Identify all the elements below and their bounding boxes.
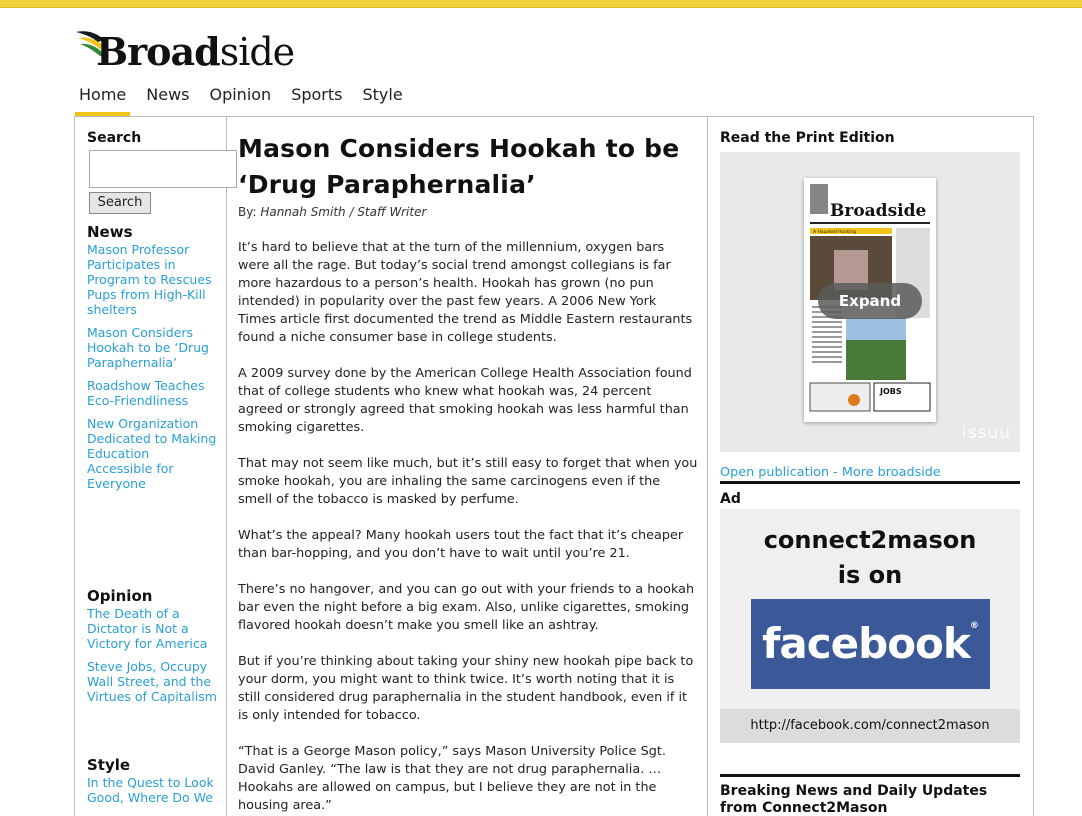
top-accent-bar — [0, 0, 1082, 8]
ad-url: http://facebook.com/connect2mason — [720, 709, 1020, 743]
sidebar-link[interactable]: Mason Professor Participates in Program … — [87, 242, 217, 317]
article-paragraph: A 2009 survey done by the American Colle… — [238, 366, 692, 435]
article-paragraph: What’s the appeal? Many hookah users tou… — [238, 528, 684, 561]
thumb-headline: A Haunted Hunting — [813, 229, 856, 235]
sidebar-link[interactable]: New Organization Dedicated to Making Edu… — [87, 416, 217, 491]
article-byline: By: Hannah Smith / Staff Writer — [238, 205, 698, 219]
article-paragraph: That may not seem like much, but it’s st… — [238, 456, 698, 507]
issuu-viewer[interactable]: Broadside A Haunted Hunting JOBS Expand … — [720, 152, 1020, 452]
print-edition-heading: Read the Print Edition — [720, 130, 895, 146]
search-input[interactable] — [89, 150, 237, 188]
logo-name-bold: Broad — [96, 29, 221, 74]
sidebar-section-opinion: Opinion The Death of a Dictator is Not a… — [87, 587, 217, 712]
site-logo[interactable]: Broadside — [76, 26, 295, 74]
right-sidebar: Read the Print Edition Broadside A Haunt… — [707, 117, 1035, 816]
byline-prefix: By: — [238, 205, 261, 219]
sidebar-section-news: News Mason Professor Participates in Pro… — [87, 223, 217, 499]
logo-name-light: side — [219, 30, 295, 74]
link-separator: - — [829, 465, 842, 480]
connect2mason-ad[interactable]: connect2mason is on facebook® http://fac… — [720, 509, 1020, 743]
article-paragraph: It’s hard to believe that at the turn of… — [238, 240, 693, 345]
sidebar-heading-news: News — [87, 223, 133, 241]
open-publication-link[interactable]: Open publication — [720, 465, 829, 480]
registered-mark: ® — [969, 621, 979, 631]
facebook-logo-icon: facebook® — [751, 599, 990, 689]
sidebar-link[interactable]: The Death of a Dictator is Not a Victory… — [87, 606, 217, 651]
article-paragraph: “That is a George Mason policy,” says Ma… — [238, 744, 666, 813]
article-paragraph: But if you’re thinking about taking your… — [238, 654, 694, 723]
facebook-wordmark: facebook — [762, 619, 971, 668]
sidebar-heading-opinion: Opinion — [87, 587, 153, 605]
nav-opinion[interactable]: Opinion — [205, 80, 275, 116]
left-sidebar: Search Search News Mason Professor Parti… — [75, 117, 237, 816]
article-title: Mason Considers Hookah to be ‘Drug Parap… — [238, 134, 680, 199]
more-broadside-link[interactable]: More broadside — [842, 465, 941, 480]
thumb-masthead: Broadside — [830, 201, 926, 221]
article: Mason Considers Hookah to be ‘Drug Parap… — [238, 131, 698, 815]
content-frame: Search Search News Mason Professor Parti… — [74, 116, 1034, 816]
search-widget: Search — [87, 130, 141, 146]
ad-line1: connect2mason — [763, 526, 977, 554]
article-paragraph: There’s no hangover, and you can go out … — [238, 582, 695, 633]
print-edition-widget: Read the Print Edition Broadside A Haunt… — [720, 130, 1020, 480]
search-button[interactable]: Search — [89, 192, 151, 214]
ad-headline: connect2mason is on — [720, 523, 1020, 593]
search-heading: Search — [87, 130, 142, 146]
sidebar-heading-style: Style — [87, 756, 131, 774]
ad-line2: is on — [837, 561, 903, 589]
sidebar-link[interactable]: Steve Jobs, Occupy Wall Street, and the … — [87, 659, 217, 704]
section-divider — [720, 481, 1020, 484]
publication-links: Open publication - More broadside — [720, 465, 941, 480]
expand-button[interactable]: Expand — [818, 283, 922, 319]
breaking-news-heading: Breaking News and Daily Updates from Con… — [720, 783, 988, 816]
ad-heading: Ad — [720, 491, 741, 507]
nav-sports[interactable]: Sports — [287, 80, 346, 116]
thumb-jobs: JOBS — [879, 387, 902, 396]
section-divider — [720, 774, 1020, 777]
sidebar-link[interactable]: Roadshow Teaches Eco-Friendliness — [87, 378, 217, 408]
sidebar-link[interactable]: In the Quest to Look Good, Where Do We — [87, 775, 217, 805]
nav-style[interactable]: Style — [359, 80, 407, 116]
issuu-logo: issuu — [962, 423, 1011, 443]
byline-author: Hannah Smith / Staff Writer — [260, 205, 427, 219]
nav-home[interactable]: Home — [75, 80, 131, 116]
sidebar-section-style: Style In the Quest to Look Good, Where D… — [87, 756, 217, 813]
sidebar-link[interactable]: Mason Considers Hookah to be ‘Drug Parap… — [87, 325, 217, 370]
nav-news[interactable]: News — [142, 80, 193, 116]
main-nav: Home News Opinion Sports Style — [75, 80, 419, 116]
